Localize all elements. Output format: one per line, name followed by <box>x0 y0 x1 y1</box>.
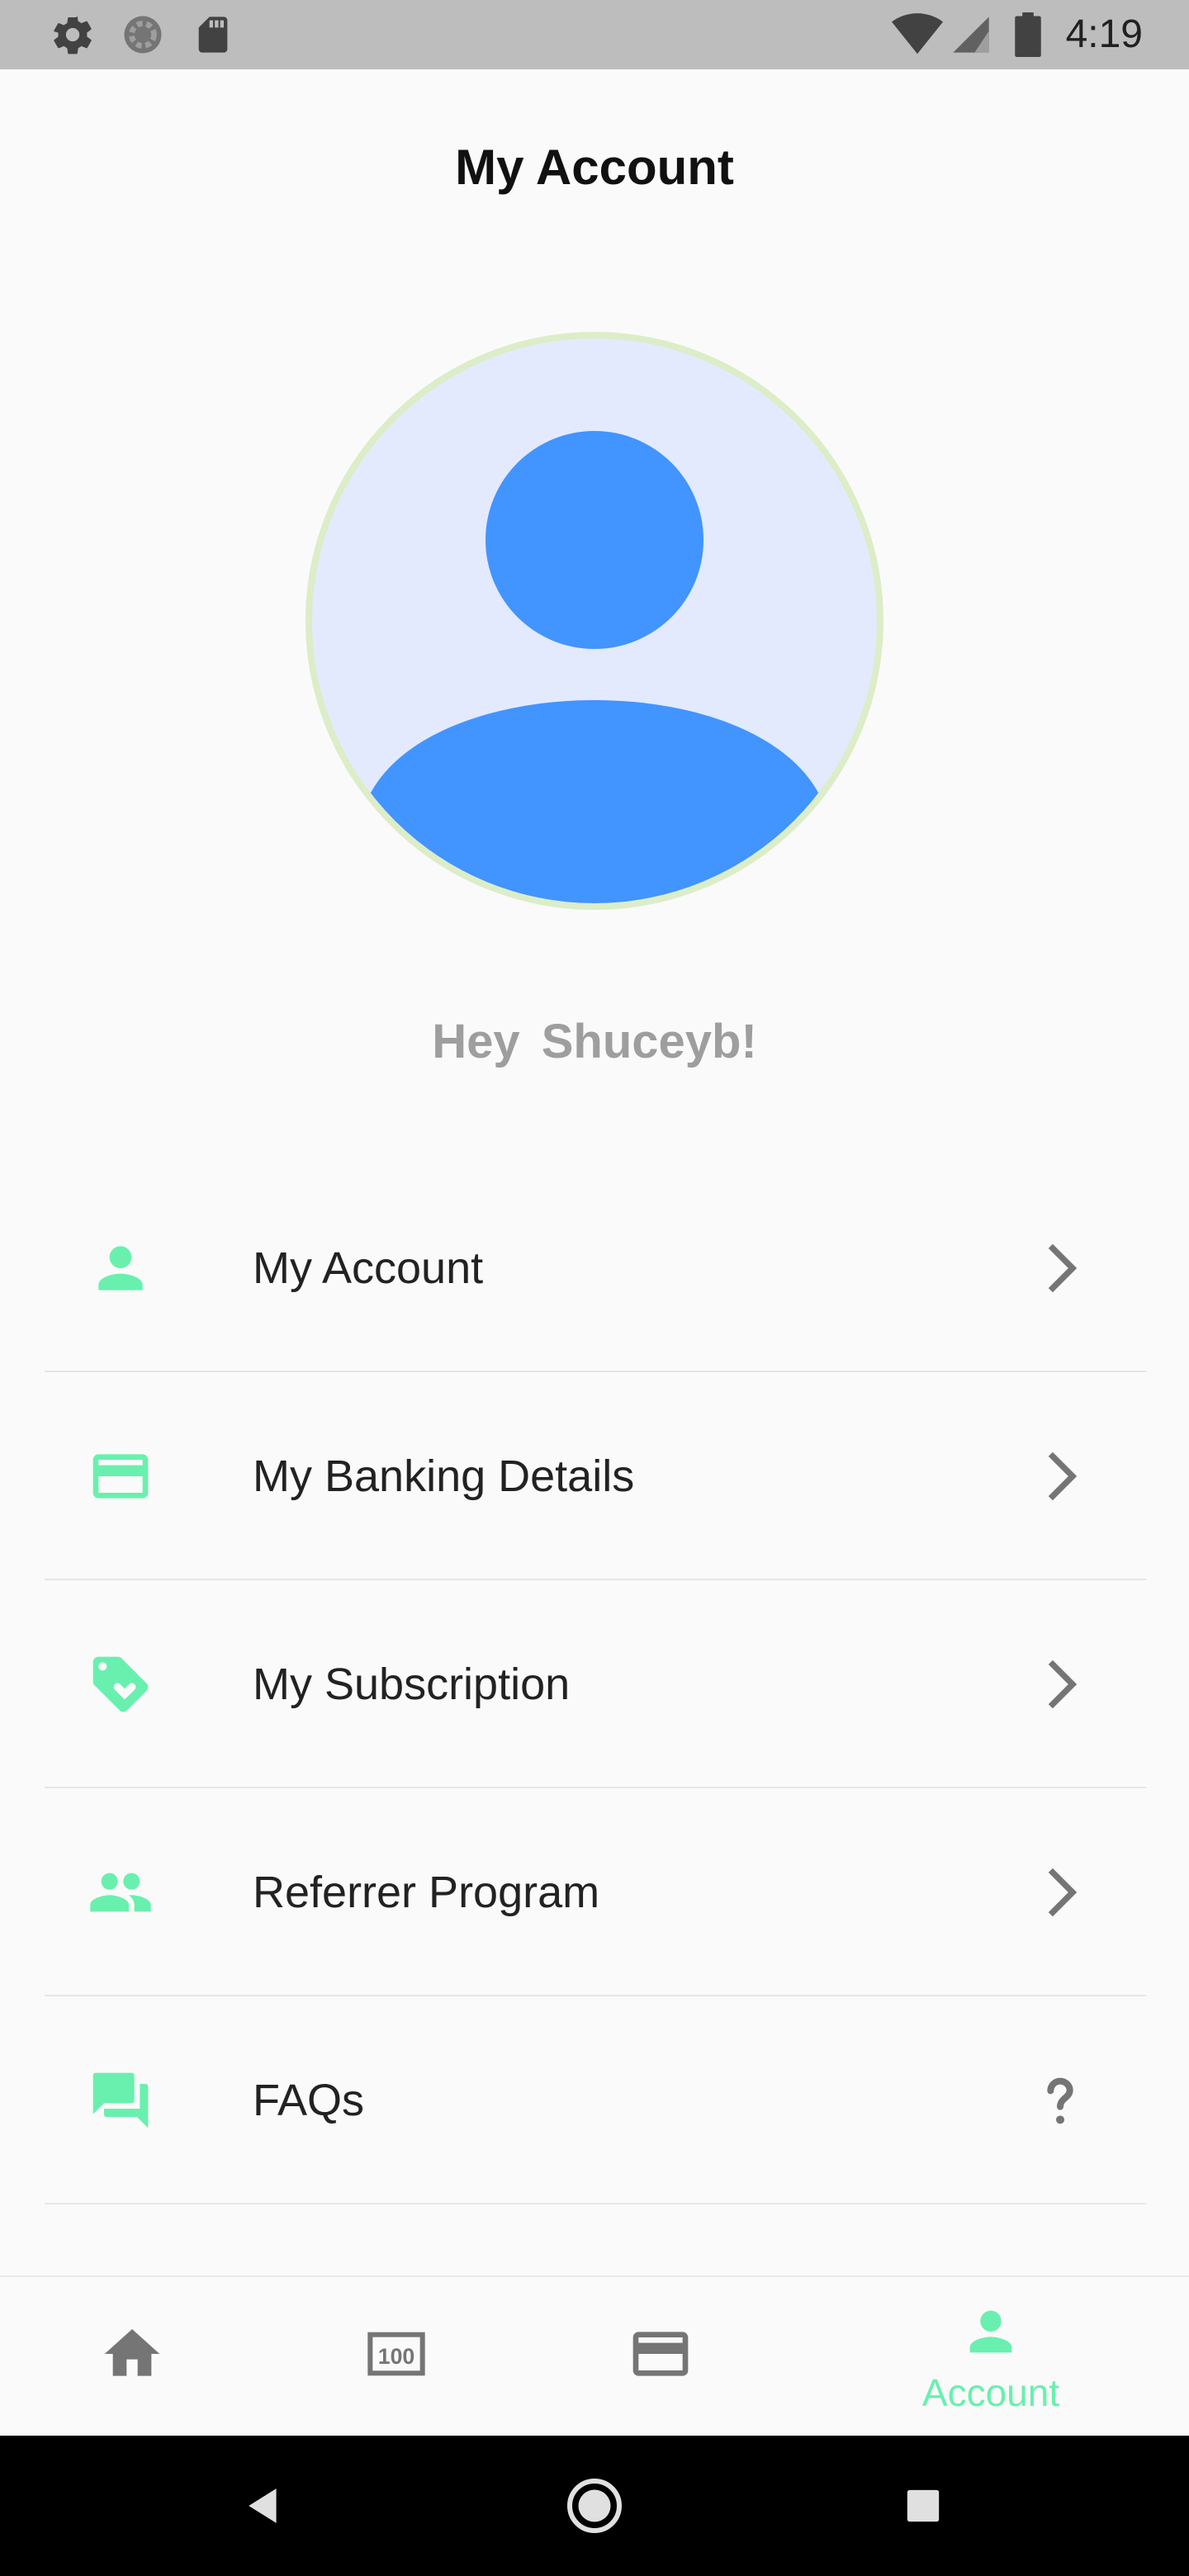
chat-icon <box>88 2067 154 2133</box>
bottom-navigation: 100 Account <box>0 2275 1189 2436</box>
chevron-right-icon <box>1027 1651 1093 1717</box>
tag-heart-icon <box>88 1651 154 1717</box>
battery-icon <box>1014 0 1042 69</box>
menu-item-label: My Banking Details <box>253 1451 635 1501</box>
menu-item-label: My Subscription <box>253 1660 571 1709</box>
people-icon <box>88 1859 154 1925</box>
nav-voucher[interactable]: 100 <box>330 2277 462 2437</box>
menu-item-banking-details[interactable]: My Banking Details <box>45 1372 1146 1580</box>
back-icon[interactable] <box>223 2436 306 2576</box>
nav-account[interactable]: Account <box>892 2277 1090 2437</box>
sd-card-icon <box>192 0 234 69</box>
svg-text:100: 100 <box>378 2344 414 2369</box>
menu-item-label: My Account <box>253 1243 484 1293</box>
menu-item-referrer-program[interactable]: Referrer Program <box>45 1788 1146 1996</box>
avatar[interactable] <box>306 332 883 910</box>
menu-item-faqs[interactable]: FAQs <box>45 1996 1146 2204</box>
chevron-right-icon <box>1027 1235 1093 1301</box>
chevron-right-icon <box>1027 1859 1093 1925</box>
home-icon <box>99 2321 165 2391</box>
credit-card-icon <box>88 1443 154 1509</box>
chevron-right-icon <box>1027 1443 1093 1509</box>
wifi-icon <box>892 0 943 69</box>
account-icon <box>959 2300 1022 2367</box>
signal-icon <box>950 0 992 69</box>
person-icon <box>88 1235 154 1301</box>
home-button-icon[interactable] <box>553 2436 636 2576</box>
menu-item-subscription[interactable]: My Subscription <box>45 1580 1146 1788</box>
menu-item-my-account[interactable]: My Account <box>45 1164 1146 1372</box>
sync-icon <box>121 0 165 69</box>
nav-label: Account <box>921 2370 1060 2414</box>
default-user-avatar-icon <box>370 431 819 903</box>
page-title: My Account <box>455 140 734 195</box>
card-icon <box>628 2321 694 2391</box>
system-navigation-bar <box>0 2436 1189 2576</box>
greeting-text: Hey Shuceyb! <box>432 1015 757 1068</box>
recents-icon[interactable] <box>882 2436 964 2576</box>
menu-item-label: FAQs <box>253 2076 365 2125</box>
nav-home[interactable] <box>66 2277 198 2437</box>
menu-item-label: Referrer Program <box>253 1868 600 1917</box>
question-icon <box>1027 2067 1093 2133</box>
status-bar: 4:19 <box>0 0 1189 69</box>
status-time: 4:19 <box>1065 12 1143 56</box>
gear-icon <box>50 0 96 69</box>
nav-card[interactable] <box>594 2277 727 2437</box>
voucher-icon: 100 <box>363 2321 429 2391</box>
